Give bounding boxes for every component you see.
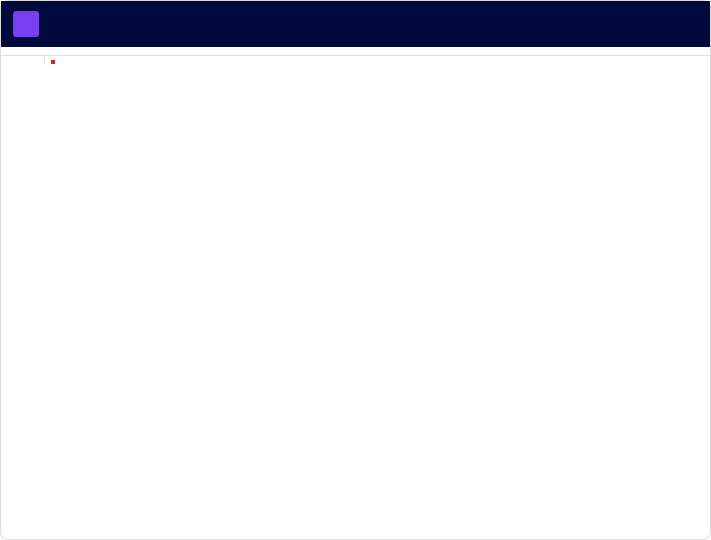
code-icon — [13, 11, 39, 37]
code-editor[interactable] — [1, 56, 710, 64]
code-area[interactable] — [45, 56, 710, 64]
header-bar — [1, 1, 710, 47]
line-number-gutter — [1, 56, 45, 64]
editor-toolbar — [1, 47, 710, 56]
highlight-box — [51, 60, 55, 64]
